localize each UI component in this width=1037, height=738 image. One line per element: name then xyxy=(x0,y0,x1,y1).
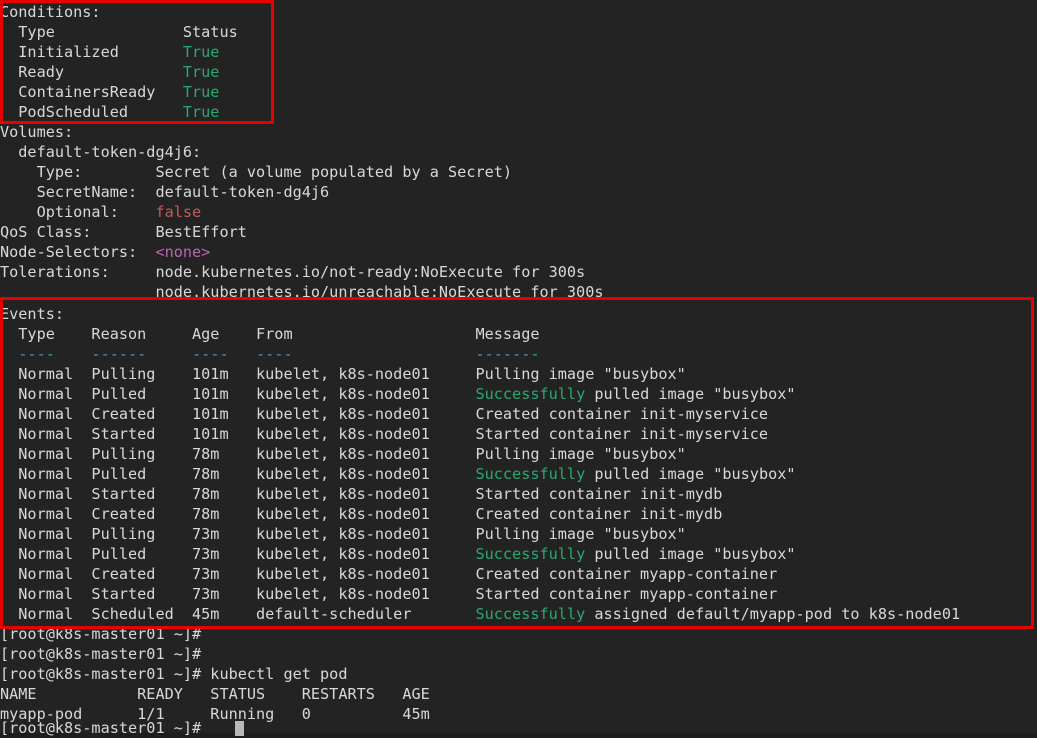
volume-optional-field: Optional: false xyxy=(0,202,202,222)
events-table-row: Normal Pulled 101m kubelet, k8s-node01 S… xyxy=(0,384,796,404)
events-table-row: Normal Created 73m kubelet, k8s-node01 C… xyxy=(0,565,778,583)
conditions-row-podscheduled: PodScheduled True xyxy=(0,102,219,122)
volume-secretname-field: SecretName: default-token-dg4j6 xyxy=(0,183,330,201)
events-table-row: Normal Started 78m kubelet, k8s-node01 S… xyxy=(0,485,723,503)
condition-type-label: Initialized xyxy=(0,43,183,61)
events-heading: Events: xyxy=(0,305,65,323)
event-row-prefix: Normal Scheduled 45m default-scheduler xyxy=(0,605,476,623)
condition-type-label: Ready xyxy=(0,63,183,81)
shell-prompt-line: [root@k8s-master01 ~]# xyxy=(0,625,202,643)
events-column-header: Type Reason Age From Message xyxy=(0,325,540,343)
terminal-window[interactable]: Conditions: Type Status Initialized True… xyxy=(0,0,1037,737)
event-row-prefix: Normal Pulled 101m kubelet, k8s-node01 xyxy=(0,385,476,403)
event-row-prefix: Normal Pulled 73m kubelet, k8s-node01 xyxy=(0,545,476,563)
shell-final-prompt[interactable]: [root@k8s-master01 ~]# xyxy=(0,718,201,738)
events-table-row: Normal Pulling 78m kubelet, k8s-node01 P… xyxy=(0,445,686,463)
events-table-row: Normal Started 73m kubelet, k8s-node01 S… xyxy=(0,585,778,603)
event-message-rest: pulled image "busybox" xyxy=(585,545,796,563)
events-table-row: Normal Created 101m kubelet, k8s-node01 … xyxy=(0,405,769,423)
events-table-row: Normal Pulling 101m kubelet, k8s-node01 … xyxy=(0,365,686,383)
conditions-heading: Conditions: xyxy=(0,3,101,21)
tolerations-field-cont: node.kubernetes.io/unreachable:NoExecute… xyxy=(0,283,604,301)
events-table-row: Normal Pulled 73m kubelet, k8s-node01 Su… xyxy=(0,544,796,564)
terminal-cursor xyxy=(235,721,244,736)
events-table-row: Normal Pulled 78m kubelet, k8s-node01 Su… xyxy=(0,464,796,484)
condition-type-label: PodScheduled xyxy=(0,103,183,121)
event-message-rest: assigned default/myapp-pod to k8s-node01 xyxy=(585,605,961,623)
volume-optional-value: false xyxy=(155,203,202,221)
volume-name: default-token-dg4j6: xyxy=(0,143,202,161)
volume-type-field: Type: Secret (a volume populated by a Se… xyxy=(0,163,513,181)
get-pod-header-row: NAME READY STATUS RESTARTS AGE xyxy=(0,685,430,703)
conditions-row-ready: Ready True xyxy=(0,62,219,82)
event-message-highlight: Successfully xyxy=(475,385,586,403)
conditions-column-header: Type Status xyxy=(0,23,238,41)
event-message-rest: pulled image "busybox" xyxy=(585,465,796,483)
event-message-highlight: Successfully xyxy=(475,545,586,563)
node-selectors-value: <none> xyxy=(155,243,211,261)
events-table-row: Normal Started 101m kubelet, k8s-node01 … xyxy=(0,425,769,443)
volume-optional-label: Optional: xyxy=(0,203,156,221)
event-message-highlight: Successfully xyxy=(475,605,586,623)
condition-status-value: True xyxy=(182,103,220,121)
events-table-row: Normal Pulling 73m kubelet, k8s-node01 P… xyxy=(0,525,686,543)
shell-command-line[interactable]: [root@k8s-master01 ~]# kubectl get pod xyxy=(0,664,347,684)
volumes-heading: Volumes: xyxy=(0,123,74,141)
condition-status-value: True xyxy=(182,63,220,81)
shell-prompt-line: [root@k8s-master01 ~]# xyxy=(0,645,202,663)
conditions-row-initialized: Initialized True xyxy=(0,42,219,62)
event-message-highlight: Successfully xyxy=(475,465,586,483)
events-column-separator: ---- ------ ---- ---- ------- xyxy=(0,345,540,363)
conditions-row-containersready: ContainersReady True xyxy=(0,82,219,102)
condition-status-value: True xyxy=(182,83,220,101)
node-selectors-field: Node-Selectors: <none> xyxy=(0,242,210,262)
tolerations-field: Tolerations: node.kubernetes.io/not-read… xyxy=(0,263,586,281)
events-table-row: Normal Scheduled 45m default-scheduler S… xyxy=(0,604,960,624)
event-row-prefix: Normal Pulled 78m kubelet, k8s-node01 xyxy=(0,465,476,483)
qos-class-field: QoS Class: BestEffort xyxy=(0,223,247,241)
event-message-rest: pulled image "busybox" xyxy=(585,385,796,403)
condition-status-value: True xyxy=(182,43,220,61)
events-table-row: Normal Created 78m kubelet, k8s-node01 C… xyxy=(0,505,723,523)
node-selectors-label: Node-Selectors: xyxy=(0,243,156,261)
condition-type-label: ContainersReady xyxy=(0,83,183,101)
